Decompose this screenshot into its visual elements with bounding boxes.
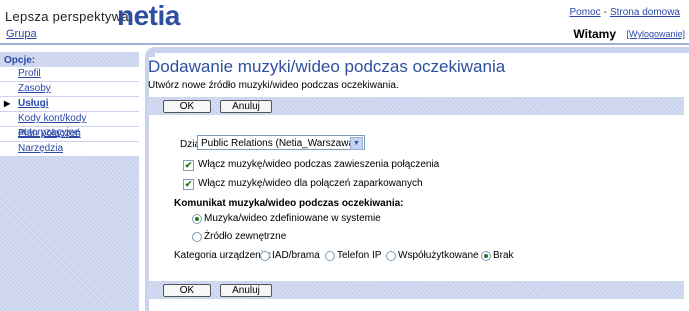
category-none-label: Brak [493, 250, 514, 261]
system-source-label: Muzyka/wideo zdefiniowane w systemie [204, 213, 381, 224]
cancel-button[interactable]: Anuluj [220, 284, 272, 297]
sidebar-item-profil[interactable]: Profil [0, 67, 139, 82]
bottom-button-bar: OK Anuluj [148, 281, 684, 299]
logout-link[interactable]: [Wylogowanie] [627, 29, 685, 39]
sidebar-item-narzedzia[interactable]: Narzędzia [0, 142, 139, 157]
ok-button[interactable]: OK [163, 284, 211, 297]
top-links: Pomoc - Strona domowa [569, 7, 680, 18]
park-music-label: Włącz muzykę/wideo dla połączeń zaparkow… [198, 178, 423, 189]
header-divider [0, 43, 689, 45]
category-iad-radio[interactable] [260, 251, 270, 261]
sidebar-item-zasoby[interactable]: Zasoby [0, 82, 139, 97]
department-select[interactable]: Public Relations (Netia_Warszawa) ▼ [197, 135, 365, 150]
sidebar-item-uslugi[interactable]: ▶ Usługi [0, 97, 139, 112]
current-arrow-icon: ▶ [4, 99, 11, 108]
content-topbar [155, 47, 689, 53]
sidebar: Opcje: Profil Zasoby ▶ Usługi Kody kont/k… [0, 52, 139, 311]
sidebar-title: Opcje: [4, 55, 36, 66]
category-none-radio[interactable] [481, 251, 491, 261]
sidebar-item-label[interactable]: Narzędzia [18, 143, 63, 154]
content-corner [145, 47, 155, 57]
category-shared-label: Współużytkowane [398, 250, 479, 261]
brand-tagline: Lepsza perspektywa [5, 9, 129, 24]
department-select-value: Public Relations (Netia_Warszawa) [201, 138, 358, 149]
category-ip-phone-radio[interactable] [325, 251, 335, 261]
hold-music-checkbox[interactable]: ✔ [183, 160, 194, 171]
category-shared-radio[interactable] [386, 251, 396, 261]
sidebar-item-plan[interactable]: Plan połączeń [0, 127, 139, 142]
message-heading: Komunikat muzyka/wideo podczas oczekiwan… [174, 198, 404, 209]
top-button-bar: OK Anuluj [148, 97, 684, 115]
sidebar-menu: Profil Zasoby ▶ Usługi Kody kont/kody aut… [0, 67, 139, 157]
cancel-button[interactable]: Anuluj [220, 100, 272, 113]
system-source-radio[interactable] [192, 214, 202, 224]
home-link[interactable]: Strona domowa [610, 7, 680, 18]
external-source-radio[interactable] [192, 232, 202, 242]
category-iad-label: IAD/brama [272, 250, 320, 261]
page-description: Utwórz nowe źródło muzyki/wideo podczas … [148, 80, 399, 91]
form-area: Dział: Public Relations (Netia_Warszawa)… [148, 116, 684, 280]
device-category-label: Kategoria urządzenia: [174, 250, 272, 261]
sidebar-item-label[interactable]: Usługi [18, 98, 49, 109]
hold-music-label: Włącz muzykę/wideo podczas zawieszenia p… [198, 159, 440, 170]
help-link[interactable]: Pomoc [569, 7, 600, 18]
park-music-checkbox[interactable]: ✔ [183, 179, 194, 190]
sidebar-item-label[interactable]: Plan połączeń [18, 128, 81, 139]
group-link[interactable]: Grupa [6, 28, 37, 40]
page-title: Dodawanie muzyki/wideo podczas oczekiwan… [148, 57, 506, 76]
sidebar-item-kody[interactable]: Kody kont/kody autoryzacyjne [0, 112, 139, 138]
chevron-down-icon[interactable]: ▼ [350, 137, 363, 150]
main-content: Dodawanie muzyki/wideo podczas oczekiwan… [145, 47, 689, 311]
netia-logo: netia [117, 0, 180, 31]
sidebar-item-label[interactable]: Zasoby [18, 83, 51, 94]
category-ip-phone-label: Telefon IP [337, 250, 382, 261]
external-source-label: Źródło zewnętrzne [204, 231, 287, 242]
page-header: Lepsza perspektywa netia Pomoc - Strona do… [0, 0, 689, 45]
welcome-text: Witamy [573, 27, 616, 41]
link-separator: - [603, 7, 607, 18]
sidebar-item-label[interactable]: Profil [18, 68, 41, 79]
ok-button[interactable]: OK [163, 100, 211, 113]
